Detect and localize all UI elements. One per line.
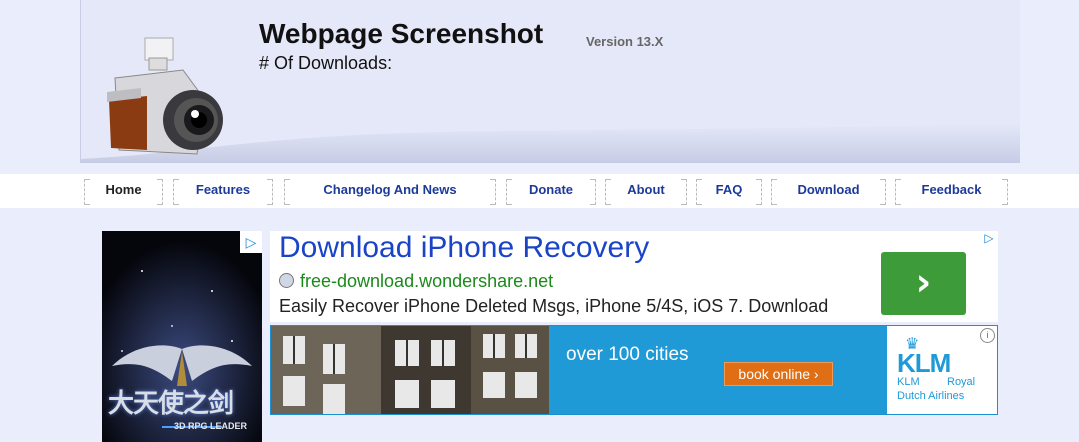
ad-choices-icon[interactable]: ▷: [982, 231, 996, 245]
globe-icon: [279, 273, 294, 288]
main-nav: Home Features Changelog And News Donate …: [0, 174, 1079, 208]
ad-choices-icon[interactable]: ▷: [240, 231, 262, 253]
info-icon[interactable]: i: [980, 328, 995, 343]
nav-item-donate[interactable]: Donate: [506, 174, 596, 208]
banner-advertisement[interactable]: over 100 cities book online › ♛ KLM KLM …: [270, 325, 998, 415]
klm-sub-label-airlines: Dutch Airlines: [897, 390, 965, 402]
site-header: Webpage Screenshot Version 13.X # Of Dow…: [80, 0, 1020, 163]
klm-sub-label-royal: Royal: [947, 376, 976, 388]
nav-item-changelog[interactable]: Changelog And News: [284, 174, 496, 208]
nav-item-faq[interactable]: FAQ: [696, 174, 762, 208]
side-ad-subtitle: 3D RPG LEADER: [174, 421, 248, 431]
nav-item-features[interactable]: Features: [173, 174, 273, 208]
side-ad-title: 大天使之剑: [108, 389, 234, 419]
klm-sub-label: KLM: [897, 376, 920, 388]
nav-item-about[interactable]: About: [605, 174, 687, 208]
text-ad-description: Easily Recover iPhone Deleted Msgs, iPho…: [279, 296, 829, 316]
version-label: Version 13.X: [586, 34, 664, 49]
downloads-count-label: # Of Downloads:: [259, 53, 393, 73]
banner-tagline: over 100 cities: [566, 344, 689, 365]
banner-blue-panel: over 100 cities book online › ♛ KLM KLM …: [549, 326, 997, 414]
text-ad-url[interactable]: free-download.wondershare.net: [279, 271, 553, 292]
city-photo-image: [271, 326, 551, 414]
klm-logo-box: ♛ KLM KLM Royal Dutch Airlines i: [887, 326, 997, 414]
text-ad-go-button[interactable]: ›: [881, 252, 966, 315]
klm-logo-text: KLM: [897, 348, 951, 378]
nav-item-download[interactable]: Download: [771, 174, 886, 208]
text-ad-url-text: free-download.wondershare.net: [300, 271, 554, 291]
book-online-button[interactable]: book online ›: [724, 362, 833, 386]
nav-item-feedback[interactable]: Feedback: [895, 174, 1008, 208]
nav-item-home[interactable]: Home: [84, 174, 163, 208]
side-advertisement[interactable]: ▷ 大天使之剑 3D RPG LEADER: [102, 231, 262, 442]
text-ad-title-link[interactable]: Download iPhone Recovery: [279, 231, 649, 265]
camera-logo-icon: [107, 37, 223, 155]
text-advertisement[interactable]: Download iPhone Recovery free-download.w…: [270, 231, 998, 322]
app-title: Webpage Screenshot: [259, 18, 544, 49]
